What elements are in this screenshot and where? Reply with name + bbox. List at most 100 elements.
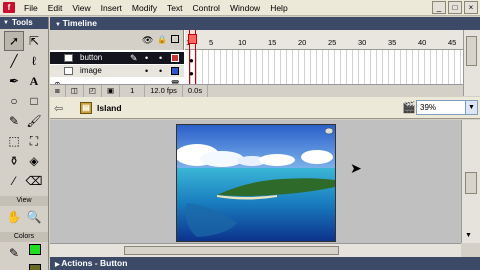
frame-number: 30 (358, 38, 367, 47)
layer-column-header: 👁 🔒 (50, 30, 184, 50)
subselect-tool-icon[interactable]: ⇱ (24, 31, 44, 51)
outline-color-icon[interactable] (171, 54, 179, 62)
visibility-dot-icon[interactable]: • (145, 52, 148, 64)
pencil-tool-icon[interactable]: ✎ (4, 111, 24, 131)
layer-row-image[interactable]: image • • (50, 65, 184, 77)
fill-color-swatch[interactable] (29, 244, 41, 255)
lock-dot-icon[interactable]: • (159, 52, 162, 64)
menubar: f File Edit View Insert Modify Text Cont… (0, 0, 480, 16)
scene-name: Island (97, 103, 122, 113)
frame-number: 15 (268, 38, 277, 47)
layer-name: button (80, 53, 103, 62)
menu-edit[interactable]: Edit (43, 0, 68, 16)
chevron-down-icon[interactable]: ▼ (465, 101, 477, 114)
onion-skin-icon[interactable]: ◫ (66, 84, 84, 97)
menu-view[interactable]: View (67, 0, 95, 16)
arrow-tool-icon[interactable]: ➚ (4, 31, 24, 51)
edit-multiple-frames-icon[interactable]: ▣ (102, 84, 121, 97)
layer-icon (64, 67, 73, 75)
timeline-scroll-thumb[interactable] (466, 36, 477, 66)
stage-hscroll-thumb[interactable] (124, 246, 339, 255)
stage-canvas[interactable] (176, 124, 336, 242)
stroke-color-icon[interactable]: ✎ (4, 243, 24, 263)
frame-ruler[interactable]: 1 5 10 15 20 25 30 35 40 45 (185, 30, 463, 50)
menu-window[interactable]: Window (225, 0, 265, 16)
eyedropper-tool-icon[interactable]: ⁄ (4, 171, 24, 191)
app-window: f File Edit View Insert Modify Text Cont… (0, 0, 480, 270)
island-image[interactable] (177, 125, 336, 242)
text-tool-icon[interactable]: A (24, 71, 44, 91)
hand-tool-icon[interactable]: ✋ (4, 207, 24, 227)
brush-tool-icon[interactable]: 🖌 (24, 111, 44, 131)
minimize-button[interactable]: _ (432, 1, 446, 14)
scene-breadcrumb[interactable]: ▤ Island (80, 101, 122, 115)
playhead-marker[interactable] (188, 34, 197, 44)
frame-number: 10 (238, 38, 247, 47)
keyframe-dot-icon[interactable]: ● (189, 56, 194, 65)
layer-icon (64, 54, 73, 62)
eraser-tool-icon[interactable]: ⌫ (24, 171, 44, 191)
flash-app-icon[interactable]: f (3, 2, 15, 13)
free-transform-tool-icon[interactable]: ⬚ (4, 131, 24, 151)
frame-number: 35 (388, 38, 397, 47)
stroke-color-swatch[interactable] (29, 264, 41, 270)
visibility-dot-icon[interactable]: • (145, 65, 148, 77)
pen-tool-icon[interactable]: ✒ (4, 71, 24, 91)
fill-transform-tool-icon[interactable]: ⛶ (24, 131, 44, 151)
zoom-dropdown[interactable]: 39% ▼ (416, 100, 478, 115)
view-tool-grid: ✋ 🔍 (0, 207, 48, 229)
line-tool-icon[interactable]: ╱ (4, 51, 24, 71)
menu-help[interactable]: Help (265, 0, 292, 16)
stage-area[interactable]: ➤ (50, 120, 461, 243)
window-controls: _ □ × (432, 1, 478, 14)
outline-color-icon[interactable] (171, 67, 179, 75)
lasso-tool-icon[interactable]: ℓ (24, 51, 44, 71)
current-frame: 1 (120, 84, 146, 97)
tools-panel: ▼ Tools ➚ ⇱ ╱ ℓ ✒ A ○ □ ✎ 🖌 ⬚ ⛶ ⚱ ◈ ⁄ ⌫ V… (0, 17, 49, 270)
paint-bucket-tool-icon[interactable]: ◈ (24, 151, 44, 171)
ink-bottle-tool-icon[interactable]: ⚱ (4, 151, 24, 171)
stage-vscroll-thumb[interactable] (465, 172, 477, 194)
menu-file[interactable]: File (19, 0, 43, 16)
scrollbar-corner (461, 243, 480, 257)
oval-tool-icon[interactable]: ○ (4, 91, 24, 111)
actions-panel-header[interactable]: ▶ Actions - Button (50, 257, 480, 270)
timeline-header[interactable]: ▼ Timeline (50, 17, 480, 30)
frame-rate: 12.0 fps (145, 84, 183, 97)
stage-vertical-scrollbar[interactable]: ▼ (461, 120, 480, 243)
timeline-scrollbar[interactable] (463, 30, 480, 96)
close-button[interactable]: × (464, 1, 478, 14)
zoom-tool-icon[interactable]: 🔍 (24, 207, 44, 227)
eye-icon[interactable]: 👁 (142, 35, 153, 46)
center-frame-icon[interactable]: ⧈ (50, 84, 66, 97)
menu-text[interactable]: Text (162, 0, 188, 16)
frame-number: 45 (448, 38, 457, 47)
tool-grid: ➚ ⇱ ╱ ℓ ✒ A ○ □ ✎ 🖌 ⬚ ⛶ ⚱ ◈ ⁄ ⌫ (0, 29, 48, 193)
zoom-value: 39% (420, 103, 437, 112)
pencil-icon: ✎ (130, 53, 138, 63)
frame-number: 5 (209, 38, 214, 47)
lock-icon[interactable]: 🔒 (157, 35, 167, 44)
outline-icon[interactable] (171, 35, 179, 43)
frame-number: 25 (328, 38, 337, 47)
tools-header[interactable]: ▼ Tools (0, 17, 48, 29)
edit-bar: ⇦ ▤ Island 🎬 ⚙ 39% ▼ (50, 97, 480, 119)
keyframe-dot-icon[interactable]: ● (189, 69, 194, 78)
edit-scene-icon[interactable]: 🎬 (402, 101, 416, 115)
back-arrow-icon[interactable]: ⇦ (54, 102, 63, 115)
layer-row-button[interactable]: button ✎ • • (50, 52, 184, 64)
rectangle-tool-icon[interactable]: □ (24, 91, 44, 111)
colors-section-label: Colors (0, 232, 48, 242)
onion-outline-icon[interactable]: ◰ (84, 84, 102, 97)
menu-modify[interactable]: Modify (127, 0, 162, 16)
view-section-label: View (0, 196, 48, 206)
timeline-title: Timeline (62, 18, 97, 28)
lock-dot-icon[interactable]: • (159, 65, 162, 77)
maximize-button[interactable]: □ (448, 1, 462, 14)
menu-insert[interactable]: Insert (96, 0, 127, 16)
scroll-down-arrow-icon[interactable]: ▼ (465, 232, 472, 239)
frame-number: 20 (298, 38, 307, 47)
stage-horizontal-scrollbar[interactable] (50, 243, 461, 257)
collapse-triangle-icon: ▼ (55, 22, 63, 28)
menu-control[interactable]: Control (188, 0, 225, 16)
